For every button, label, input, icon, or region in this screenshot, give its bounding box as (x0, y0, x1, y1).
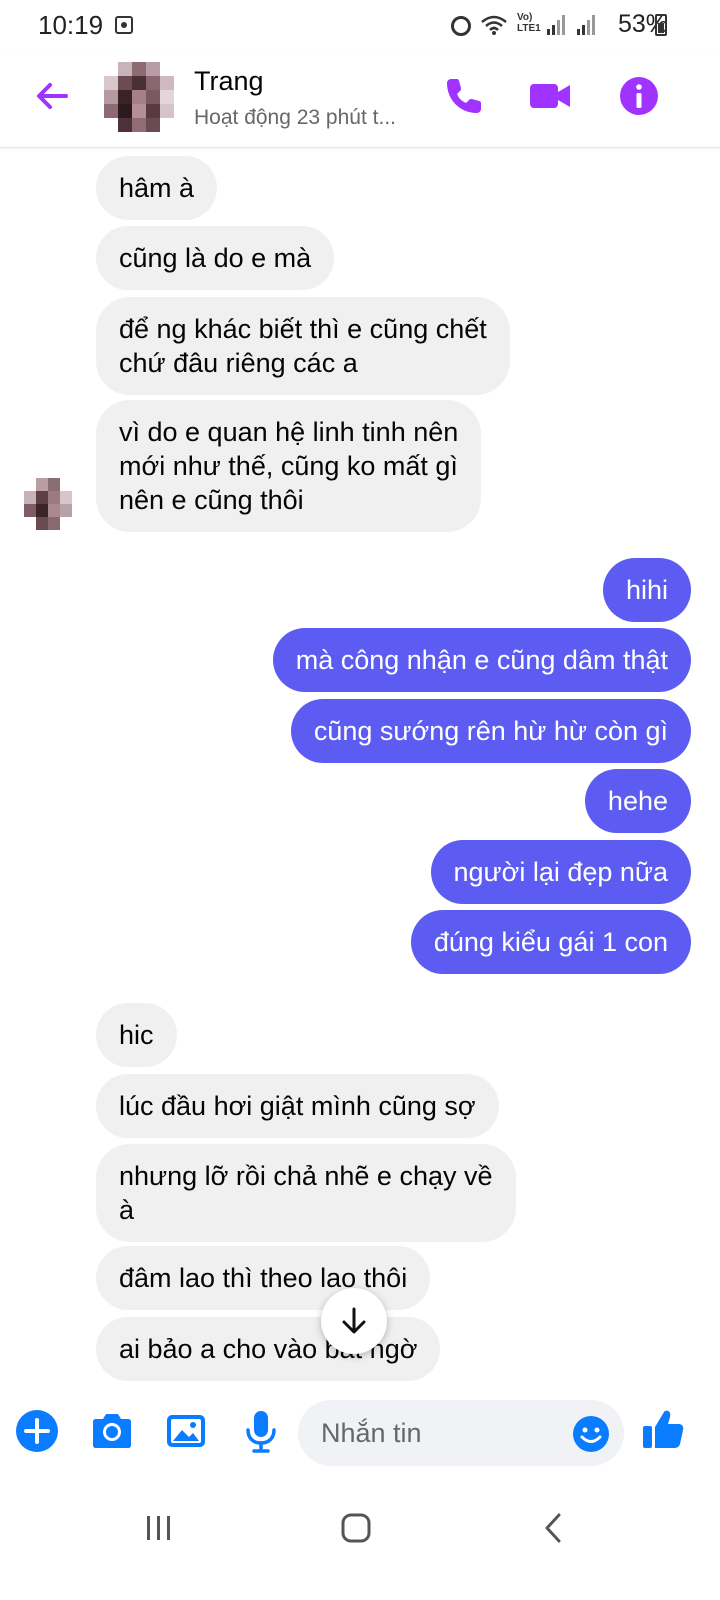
back-nav-icon[interactable] (532, 1506, 576, 1550)
phone-icon[interactable] (442, 74, 486, 118)
avatar[interactable] (104, 60, 178, 134)
message-bubble-incoming[interactable]: ai bảo a cho vào bất ngờ (96, 1317, 441, 1381)
scroll-to-bottom-button[interactable] (321, 1288, 387, 1354)
message-bubble-outgoing[interactable]: người lại đẹp nữa (430, 840, 691, 904)
message-bubble-incoming[interactable]: vì do e quan hệ linh tinh nên mới như th… (96, 400, 482, 532)
arrow-down-icon (342, 1307, 366, 1334)
contact-name[interactable]: Trang (194, 66, 264, 97)
microphone-icon[interactable] (238, 1408, 284, 1454)
battery-icon (655, 14, 667, 36)
back-arrow-icon[interactable] (30, 74, 74, 118)
message-bubble-incoming[interactable]: cũng là do e mà (96, 226, 335, 290)
signal-icon (547, 15, 565, 35)
info-icon[interactable] (617, 74, 661, 118)
message-bubble-incoming[interactable]: nhưng lỡ rồi chả nhẽ e chạy về à (96, 1144, 516, 1242)
signal-icon-2 (577, 15, 595, 35)
volte-label: Vo) LTE1 (517, 12, 541, 34)
message-bubble-incoming[interactable]: lúc đầu hơi giật mình cũng sợ (96, 1074, 499, 1138)
message-bubble-incoming[interactable]: để ng khác biết thì e cũng chết chứ đâu … (96, 297, 510, 395)
message-bubble-outgoing[interactable]: cũng sướng rên hừ hừ còn gì (290, 699, 691, 763)
system-nav-bar (0, 1484, 720, 1600)
status-bar: 10:19 Vo) LTE1 53% (0, 0, 720, 50)
plus-circle-icon[interactable] (14, 1408, 60, 1454)
screen-record-icon (115, 16, 133, 34)
message-list[interactable]: hâm à cũng là do e mà để ng khác biết th… (0, 148, 720, 1388)
message-bubble-incoming[interactable]: hâm à (96, 156, 218, 220)
recent-apps-icon[interactable] (137, 1506, 181, 1550)
status-time: 10:19 (38, 10, 104, 40)
camera-icon[interactable] (89, 1408, 135, 1454)
wifi-icon (481, 15, 507, 35)
message-bubble-outgoing[interactable]: hihi (602, 558, 691, 622)
sender-avatar[interactable] (24, 478, 72, 530)
home-icon[interactable] (334, 1506, 378, 1550)
message-bubble-outgoing[interactable]: hehe (584, 769, 691, 833)
message-bubble-incoming[interactable]: hic (96, 1003, 177, 1067)
composer-bar (0, 1392, 720, 1484)
chat-header: Trang Hoạt động 23 phút t... (0, 50, 720, 148)
smiley-icon[interactable] (571, 1414, 611, 1454)
thumbs-up-icon[interactable] (640, 1406, 686, 1452)
message-bubble-outgoing[interactable]: đúng kiểu gái 1 con (410, 910, 691, 974)
message-bubble-outgoing[interactable]: mà công nhận e cũng dâm thật (272, 628, 691, 692)
contact-active-status: Hoạt động 23 phút t... (194, 106, 396, 129)
image-icon[interactable] (163, 1408, 209, 1454)
alarm-icon (451, 16, 471, 36)
video-camera-icon[interactable] (528, 74, 572, 118)
